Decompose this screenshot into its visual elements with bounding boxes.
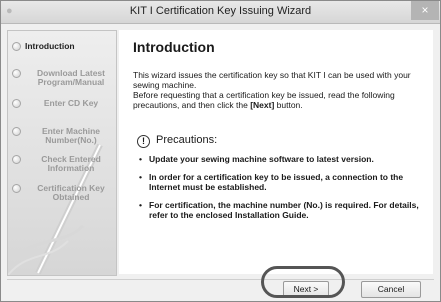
exclamation-icon: !	[137, 135, 150, 148]
next-reference: [Next]	[250, 100, 275, 110]
precaution-item: • In order for a certification key to be …	[139, 172, 431, 192]
step-bullet-icon	[12, 184, 21, 193]
sidebar-item-label: Enter Machine Number(No.)	[41, 126, 101, 145]
precaution-item: • For certification, the machine number (…	[139, 200, 431, 220]
precautions-list: • Update your sewing machine software to …	[139, 154, 431, 228]
next-button-highlight-ring	[261, 266, 345, 298]
precautions-heading: ! Precautions:	[137, 134, 217, 148]
footer-divider	[7, 279, 434, 280]
precaution-text: Update your sewing machine software to l…	[149, 154, 374, 164]
wizard-steps-sidebar: Introduction Download Latest Program/Man…	[7, 30, 117, 276]
sidebar-item-label: Enter CD Key	[43, 98, 99, 108]
bullet-dot-icon: •	[139, 172, 142, 182]
precaution-text: In order for a certification key to be i…	[149, 172, 404, 192]
bullet-dot-icon: •	[139, 200, 142, 210]
intro-paragraph-1: This wizard issues the certification key…	[133, 70, 411, 90]
precautions-title: Precautions:	[156, 134, 218, 146]
cancel-button[interactable]: Cancel	[361, 281, 421, 298]
intro-paragraph-2: Before requesting that a certification k…	[133, 90, 433, 110]
page-title: Introduction	[133, 39, 215, 55]
close-icon: ×	[421, 3, 429, 17]
precaution-text: For certification, the machine number (N…	[149, 200, 419, 220]
intro-text: This wizard issues the certification key…	[133, 70, 433, 110]
sidebar-item-label: Download Latest Program/Manual	[36, 68, 105, 87]
intro-paragraph-2-end: button.	[274, 100, 303, 110]
step-bullet-icon	[12, 69, 21, 78]
window-title: KIT I Certification Key Issuing Wizard	[129, 5, 312, 17]
step-bullet-icon	[12, 99, 21, 108]
step-bullet-icon	[12, 155, 21, 164]
precaution-item: • Update your sewing machine software to …	[139, 154, 431, 164]
title-bar: ● KIT I Certification Key Issuing Wizard…	[1, 1, 440, 24]
sidebar-item-label: Check Entered Information	[41, 154, 101, 173]
close-button[interactable]: ×	[411, 1, 439, 20]
bullet-dot-icon: •	[139, 154, 142, 164]
sidebar-item-label: Introduction	[25, 41, 75, 51]
wizard-content-panel: Introduction This wizard issues the cert…	[119, 30, 433, 274]
wizard-window: ● KIT I Certification Key Issuing Wizard…	[0, 0, 441, 302]
step-bullet-icon	[12, 42, 21, 51]
step-bullet-icon	[12, 127, 21, 136]
sidebar-item-label: Certification Key Obtained	[37, 183, 105, 202]
